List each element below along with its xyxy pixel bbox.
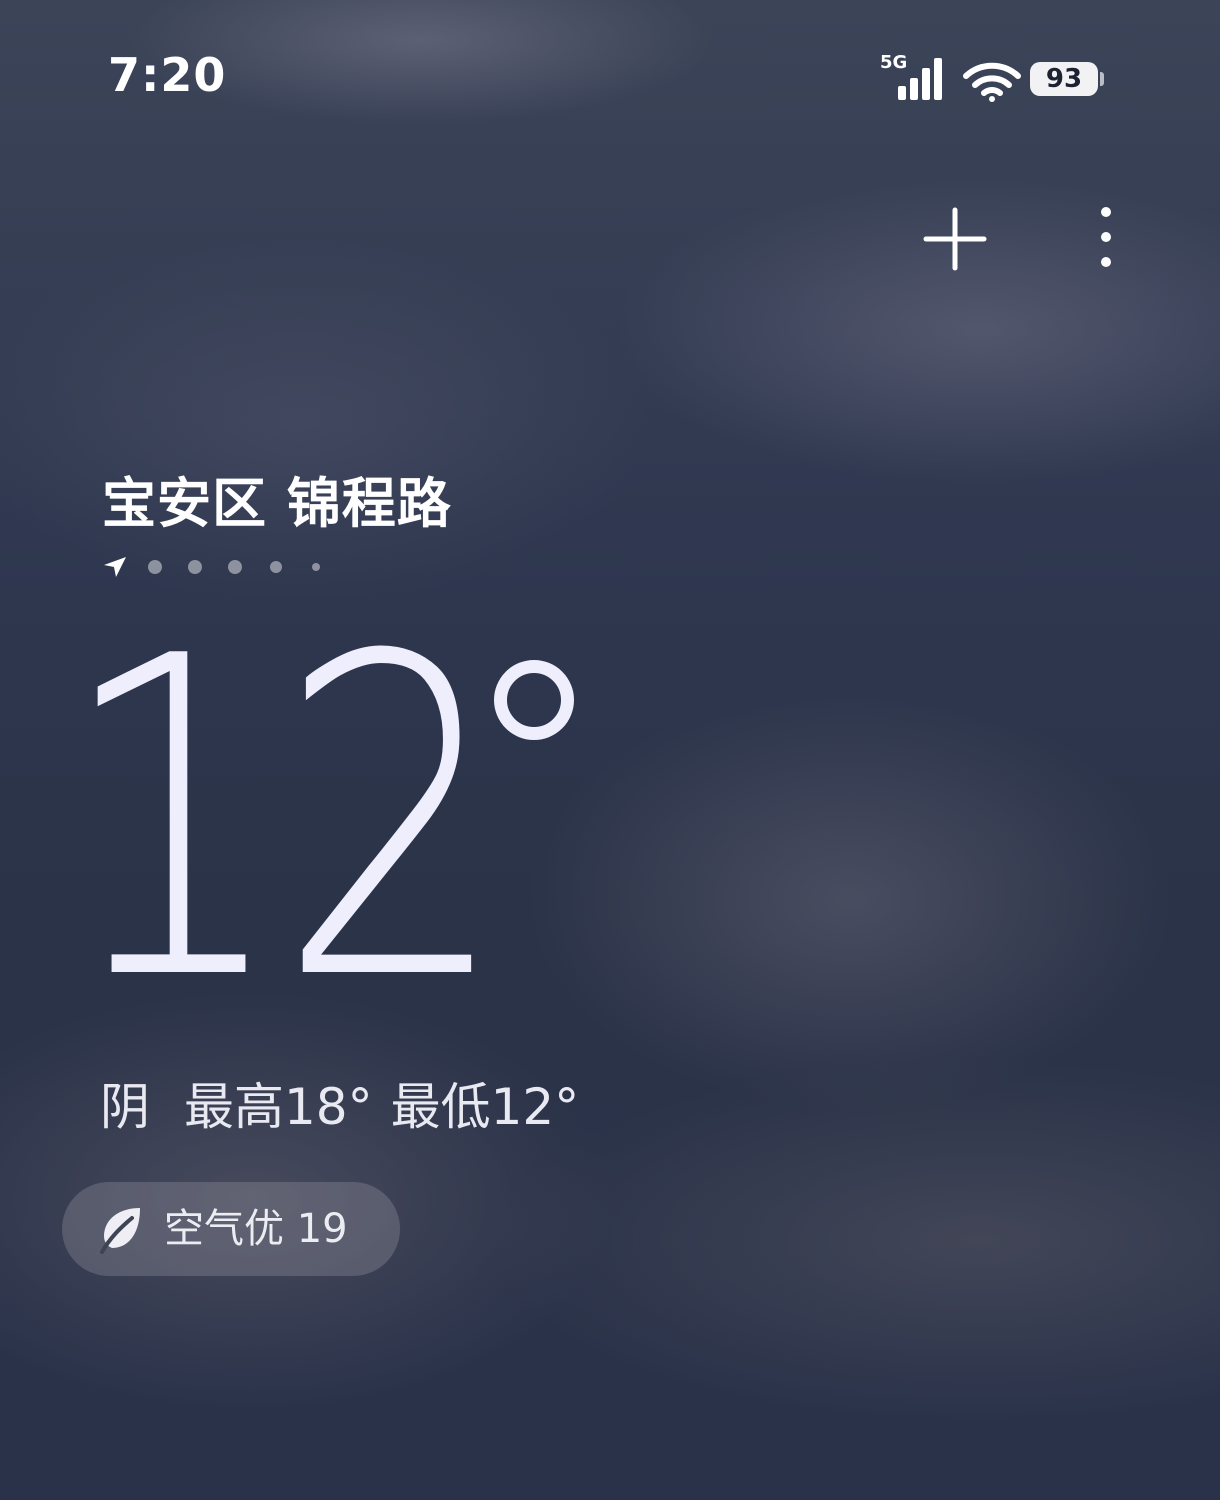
high-temperature: 最高18° — [184, 1078, 373, 1136]
cellular-signal-icon — [898, 58, 942, 100]
leaf-icon — [100, 1208, 140, 1254]
battery-tip — [1100, 72, 1104, 86]
add-city-button[interactable] — [922, 206, 988, 272]
more-vertical-icon — [1101, 207, 1111, 267]
location-title: 宝安区 锦程路 — [102, 472, 452, 535]
status-time: 7:20 — [108, 48, 227, 102]
condition-summary: 阴最高18° 最低12° — [100, 1080, 613, 1135]
degree-symbol — [494, 660, 574, 740]
weather-condition: 阴 — [100, 1078, 150, 1136]
wifi-icon — [963, 62, 1021, 102]
battery-indicator: 93 — [1030, 62, 1098, 96]
temperature-value: 12 — [58, 564, 507, 1076]
more-options-button[interactable] — [1088, 204, 1124, 270]
plus-icon — [923, 207, 987, 271]
low-temperature: 最低12° — [390, 1078, 580, 1136]
air-quality-label: 空气优 19 — [164, 1206, 348, 1252]
air-quality-pill[interactable]: 空气优 19 — [62, 1182, 400, 1276]
status-icons: 5G 93 — [880, 54, 1110, 104]
